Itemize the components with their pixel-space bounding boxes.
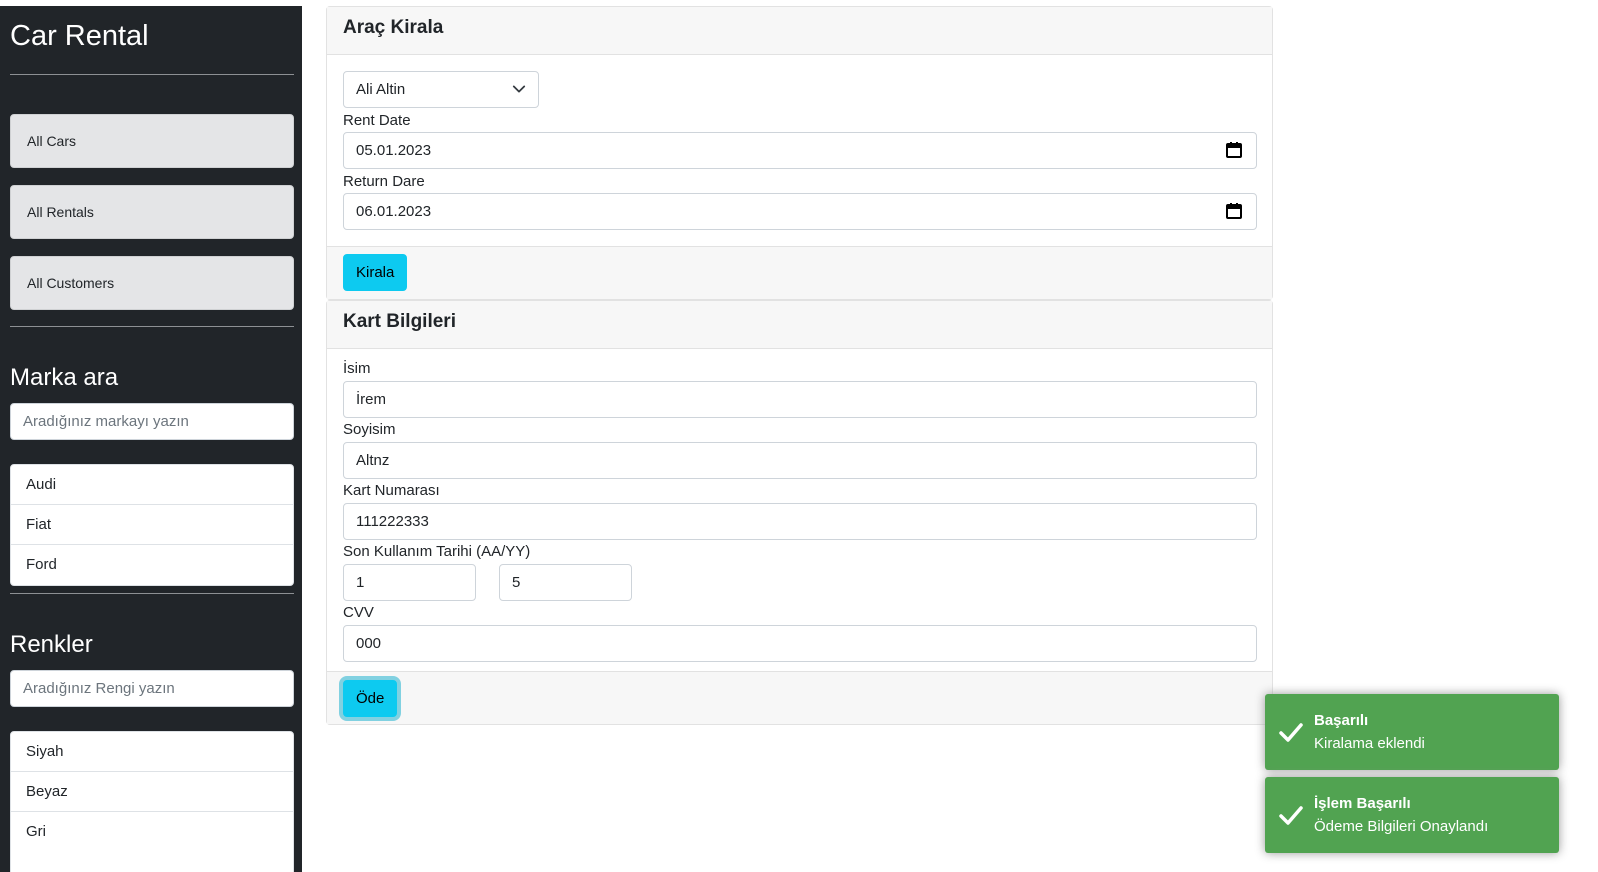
first-name-input[interactable] xyxy=(343,381,1257,418)
card-number-input[interactable] xyxy=(343,503,1257,540)
toast-title: Başarılı xyxy=(1314,712,1369,729)
sidebar-divider xyxy=(10,74,294,75)
chevron-down-icon xyxy=(512,85,526,93)
color-search-title: Renkler xyxy=(10,631,93,658)
expiry-label: Son Kullanım Tarihi (AA/YY) xyxy=(343,543,531,560)
toast-success[interactable]: İşlem Başarılı Ödeme Bilgileri Onaylandı xyxy=(1265,777,1559,853)
toast-success[interactable]: Başarılı Kiralama eklendi xyxy=(1265,694,1559,770)
color-list: Siyah Beyaz Gri xyxy=(10,731,294,872)
card-info-body: İsim Soyisim Kart Numarası Son Kullanım … xyxy=(327,349,1272,671)
check-icon xyxy=(1279,723,1303,742)
calendar-icon[interactable] xyxy=(1225,141,1243,159)
nav-all-rentals-button[interactable]: All Rentals xyxy=(10,185,294,239)
rent-date-label: Rent Date xyxy=(343,112,411,129)
return-date-input[interactable] xyxy=(343,193,1257,230)
rent-card-footer: Kirala xyxy=(327,246,1272,299)
brand-title: Car Rental xyxy=(10,20,149,52)
brand-list-item-ford[interactable]: Ford xyxy=(11,545,293,585)
rent-submit-button[interactable]: Kirala xyxy=(343,254,408,291)
calendar-icon[interactable] xyxy=(1225,202,1243,220)
sidebar-divider xyxy=(10,593,294,594)
pay-button[interactable]: Öde xyxy=(343,680,398,717)
brand-list: Audi Fiat Ford xyxy=(10,464,294,586)
customer-select[interactable]: Ali Altin xyxy=(343,71,539,108)
card-info-footer: Öde xyxy=(327,671,1272,724)
toast-message: Ödeme Bilgileri Onaylandı xyxy=(1314,818,1489,835)
brand-search-input[interactable] xyxy=(10,403,294,440)
customer-select-value: Ali Altin xyxy=(356,81,406,98)
return-date-field xyxy=(343,193,1257,230)
rent-card-body: Ali Altin Rent Date Return Dare xyxy=(327,55,1272,246)
nav-all-customers-button[interactable]: All Customers xyxy=(10,256,294,310)
expiry-month-input[interactable] xyxy=(343,564,476,601)
color-list-item-siyah[interactable]: Siyah xyxy=(11,732,293,772)
card-info-title: Kart Bilgileri xyxy=(327,301,1272,349)
card-info-card: Kart Bilgileri İsim Soyisim Kart Numaras… xyxy=(326,300,1273,725)
card-number-label: Kart Numarası xyxy=(343,482,440,499)
rent-card-title: Araç Kirala xyxy=(327,7,1272,55)
last-name-input[interactable] xyxy=(343,442,1257,479)
rent-date-field xyxy=(343,132,1257,169)
nav-all-cars-button[interactable]: All Cars xyxy=(10,114,294,168)
cvv-input[interactable] xyxy=(343,625,1257,662)
first-name-label: İsim xyxy=(343,360,371,377)
last-name-label: Soyisim xyxy=(343,421,396,438)
sidebar-divider xyxy=(10,326,294,327)
sidebar: Car Rental All Cars All Rentals All Cust… xyxy=(0,6,302,872)
color-list-item-beyaz[interactable]: Beyaz xyxy=(11,772,293,812)
cvv-label: CVV xyxy=(343,604,374,621)
rent-date-input[interactable] xyxy=(343,132,1257,169)
color-list-item-gri[interactable]: Gri xyxy=(11,812,293,852)
check-icon xyxy=(1279,806,1303,825)
brand-search-title: Marka ara xyxy=(10,364,119,391)
return-date-label: Return Dare xyxy=(343,173,425,190)
toast-message: Kiralama eklendi xyxy=(1314,735,1425,752)
toast-title: İşlem Başarılı xyxy=(1314,795,1411,812)
expiry-year-input[interactable] xyxy=(499,564,632,601)
brand-list-item-fiat[interactable]: Fiat xyxy=(11,505,293,545)
brand-list-item-audi[interactable]: Audi xyxy=(11,465,293,505)
color-search-input[interactable] xyxy=(10,670,294,707)
rent-car-card: Araç Kirala Ali Altin Rent Date Return D… xyxy=(326,6,1273,300)
